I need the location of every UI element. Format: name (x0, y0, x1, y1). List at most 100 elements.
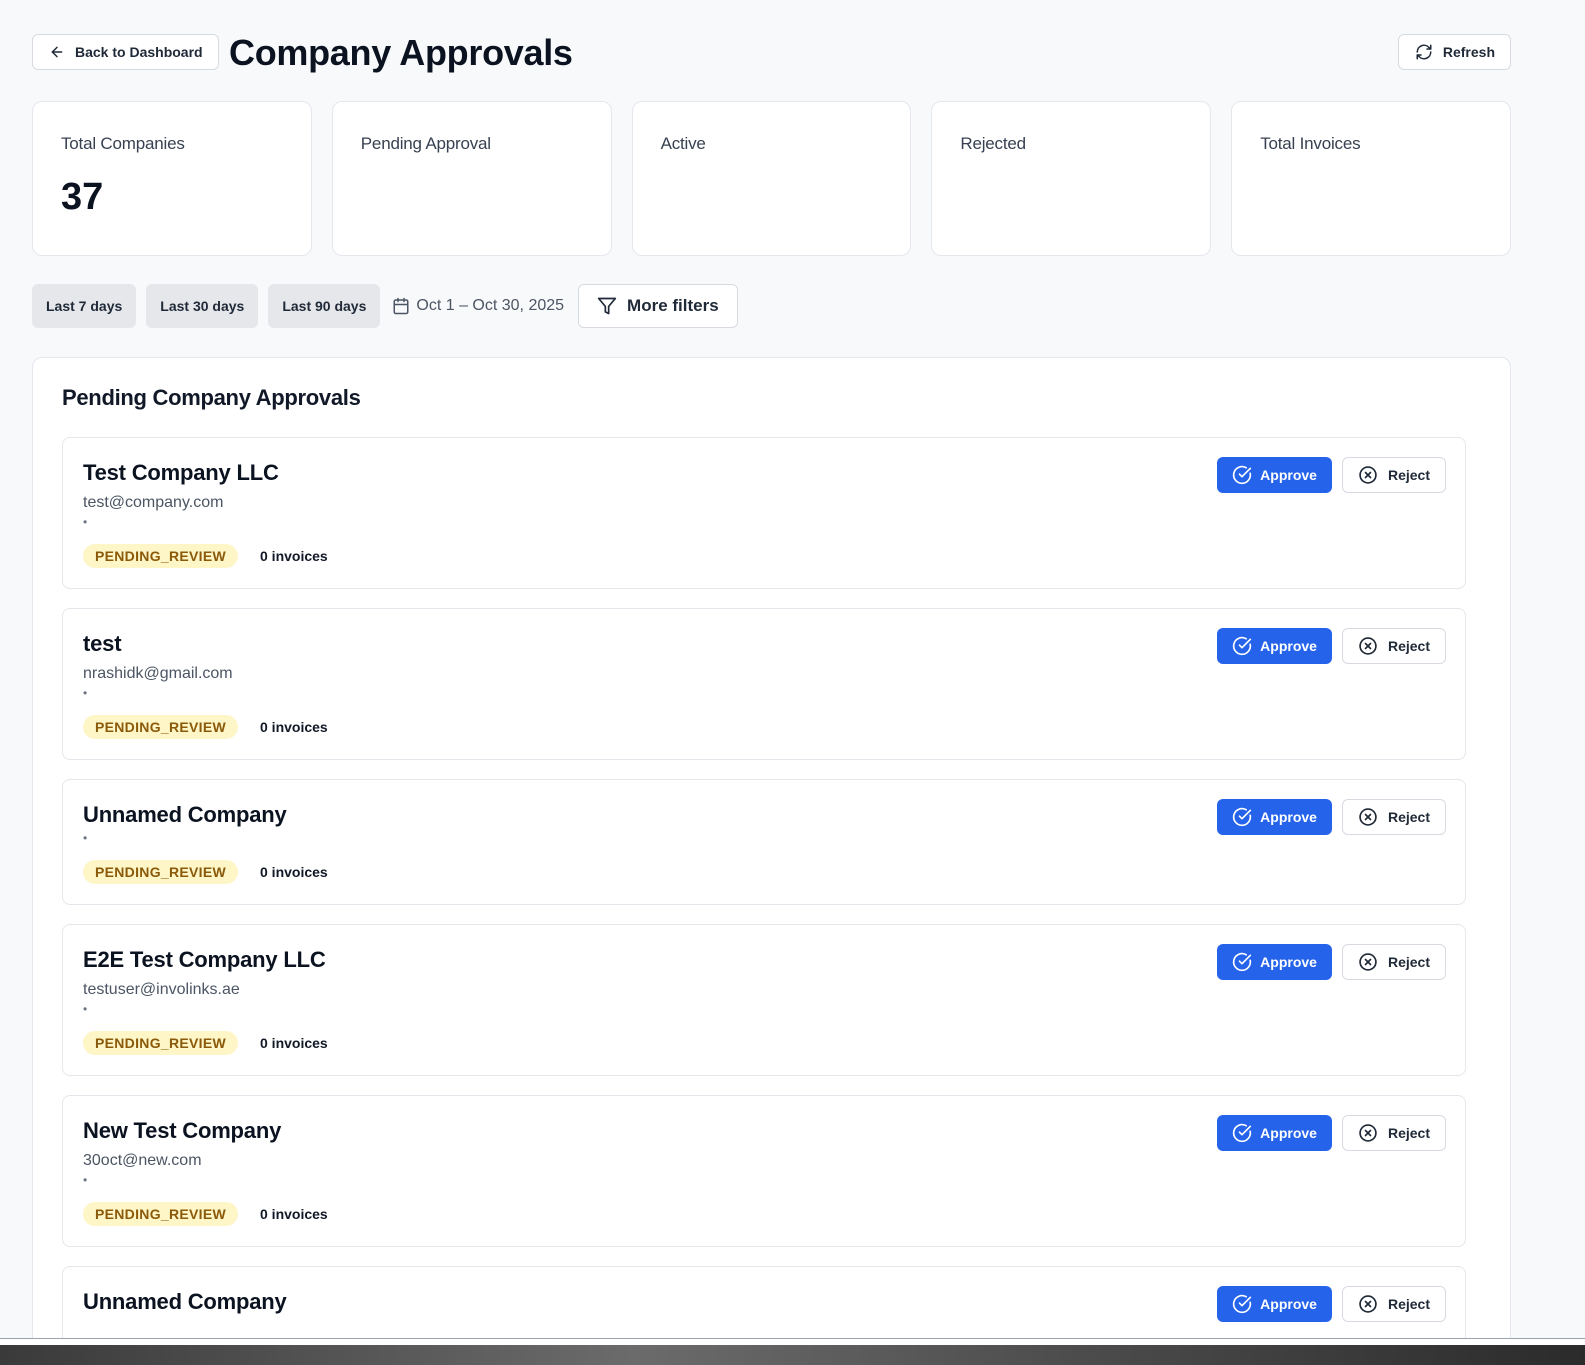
invoice-count: 0 invoices (260, 1035, 328, 1051)
check-circle-icon (1232, 1294, 1252, 1314)
status-badge: PENDING_REVIEW (83, 1031, 238, 1055)
invoice-count: 0 invoices (260, 864, 328, 880)
approve-label: Approve (1260, 638, 1317, 654)
stat-card-pending-approval: Pending Approval (331, 101, 612, 256)
reject-label: Reject (1387, 638, 1430, 654)
company-separator: • (83, 1173, 88, 1187)
stat-label: Active (660, 134, 706, 153)
company-meta: PENDING_REVIEW 0 invoices (83, 860, 1445, 884)
reject-button[interactable]: Reject (1341, 1286, 1446, 1322)
reject-button[interactable]: Reject (1341, 457, 1446, 493)
approve-label: Approve (1260, 1296, 1317, 1312)
company-meta: PENDING_REVIEW 0 invoices (83, 1202, 1445, 1226)
refresh-button[interactable]: Refresh (1397, 34, 1511, 70)
page-header: Back to Dashboard Company Approvals Refr… (32, 32, 1511, 73)
reject-label: Reject (1387, 1296, 1430, 1312)
approve-button[interactable]: Approve (1217, 1115, 1332, 1151)
reject-button[interactable]: Reject (1341, 944, 1446, 980)
approve-label: Approve (1260, 1125, 1317, 1141)
company-actions: Approve Reject (1217, 1286, 1446, 1322)
company-email: test@company.com (83, 494, 224, 511)
reject-label: Reject (1387, 954, 1430, 970)
check-circle-icon (1232, 952, 1252, 972)
pending-approvals-panel: Pending Company Approvals Test Company L… (32, 357, 1511, 1365)
check-circle-icon (1232, 465, 1252, 485)
reject-label: Reject (1387, 1125, 1430, 1141)
approve-label: Approve (1260, 467, 1317, 483)
status-badge: PENDING_REVIEW (83, 544, 238, 568)
x-circle-icon (1358, 1294, 1378, 1314)
reject-label: Reject (1387, 467, 1430, 483)
company-separator: • (83, 686, 88, 700)
status-badge: PENDING_REVIEW (83, 860, 238, 884)
page-title: Company Approvals (229, 32, 573, 73)
invoice-count: 0 invoices (260, 719, 328, 735)
stat-label: Pending Approval (360, 134, 491, 153)
x-circle-icon (1358, 636, 1378, 656)
approve-label: Approve (1260, 954, 1317, 970)
arrow-left-icon (49, 44, 65, 60)
check-circle-icon (1232, 1123, 1252, 1143)
check-circle-icon (1232, 807, 1252, 827)
stat-label: Rejected (960, 134, 1026, 153)
company-separator: • (83, 1002, 88, 1016)
stat-card-active: Active (631, 101, 912, 256)
company-email: testuser@involinks.ae (83, 981, 240, 998)
company-meta: PENDING_REVIEW 0 invoices (83, 1031, 1445, 1055)
filter-chip-last-7-days[interactable]: Last 7 days (32, 284, 137, 328)
company-card: Test Company LLC test@company.com • PEND… (62, 437, 1466, 589)
company-separator: • (83, 515, 88, 529)
x-circle-icon (1358, 952, 1378, 972)
company-meta: PENDING_REVIEW 0 invoices (83, 715, 1445, 739)
company-meta: PENDING_REVIEW 0 invoices (83, 544, 1445, 568)
company-actions: Approve Reject (1217, 1115, 1446, 1151)
reject-button[interactable]: Reject (1341, 799, 1446, 835)
check-circle-icon (1232, 636, 1252, 656)
approve-button[interactable]: Approve (1217, 799, 1332, 835)
reject-button[interactable]: Reject (1341, 1115, 1446, 1151)
approve-label: Approve (1260, 809, 1317, 825)
date-range-picker[interactable]: Oct 1 – Oct 30, 2025 (392, 297, 564, 315)
status-badge: PENDING_REVIEW (83, 1202, 238, 1226)
stat-label: Total Invoices (1260, 134, 1361, 153)
company-list: Test Company LLC test@company.com • PEND… (62, 437, 1466, 1365)
filter-chip-last-30-days[interactable]: Last 30 days (146, 284, 259, 328)
company-card: New Test Company 30oct@new.com • PENDING… (62, 1095, 1466, 1247)
stat-value: 37 (61, 176, 104, 218)
approve-button[interactable]: Approve (1217, 944, 1332, 980)
reject-label: Reject (1387, 809, 1430, 825)
more-filters-label: More filters (627, 296, 719, 315)
company-email: nrashidk@gmail.com (83, 665, 233, 682)
company-actions: Approve Reject (1217, 457, 1446, 493)
x-circle-icon (1358, 1123, 1378, 1143)
filter-bar: Last 7 days Last 30 days Last 90 days Oc… (32, 284, 738, 328)
more-filters-button[interactable]: More filters (578, 284, 738, 328)
x-circle-icon (1358, 807, 1378, 827)
status-badge: PENDING_REVIEW (83, 715, 238, 739)
company-card: test nrashidk@gmail.com • PENDING_REVIEW… (62, 608, 1466, 760)
stat-card-total-invoices: Total Invoices (1231, 101, 1511, 256)
company-card: Unnamed Company • PENDING_REVIEW 0 invoi… (62, 779, 1466, 905)
company-actions: Approve Reject (1217, 799, 1446, 835)
filter-icon (597, 296, 617, 316)
reject-button[interactable]: Reject (1341, 628, 1446, 664)
stats-row: Total Companies 37 Pending Approval Acti… (32, 101, 1511, 256)
back-to-dashboard-button[interactable]: Back to Dashboard (32, 34, 219, 70)
taskbar-edge (0, 1338, 1585, 1365)
invoice-count: 0 invoices (260, 548, 328, 564)
stat-card-rejected: Rejected (931, 101, 1212, 256)
invoice-count: 0 invoices (260, 1206, 328, 1222)
refresh-icon (1415, 43, 1433, 61)
calendar-icon (392, 297, 410, 315)
company-actions: Approve Reject (1217, 628, 1446, 664)
approve-button[interactable]: Approve (1217, 457, 1332, 493)
date-range-label: Oct 1 – Oct 30, 2025 (416, 297, 565, 314)
approve-button[interactable]: Approve (1217, 628, 1332, 664)
back-to-dashboard-label: Back to Dashboard (75, 44, 203, 60)
panel-title: Pending Company Approvals (62, 385, 361, 410)
approve-button[interactable]: Approve (1217, 1286, 1332, 1322)
company-card: E2E Test Company LLC testuser@involinks.… (62, 924, 1466, 1076)
filter-chip-last-90-days[interactable]: Last 90 days (268, 284, 381, 328)
refresh-label: Refresh (1442, 44, 1495, 60)
company-email: 30oct@new.com (83, 1152, 202, 1169)
